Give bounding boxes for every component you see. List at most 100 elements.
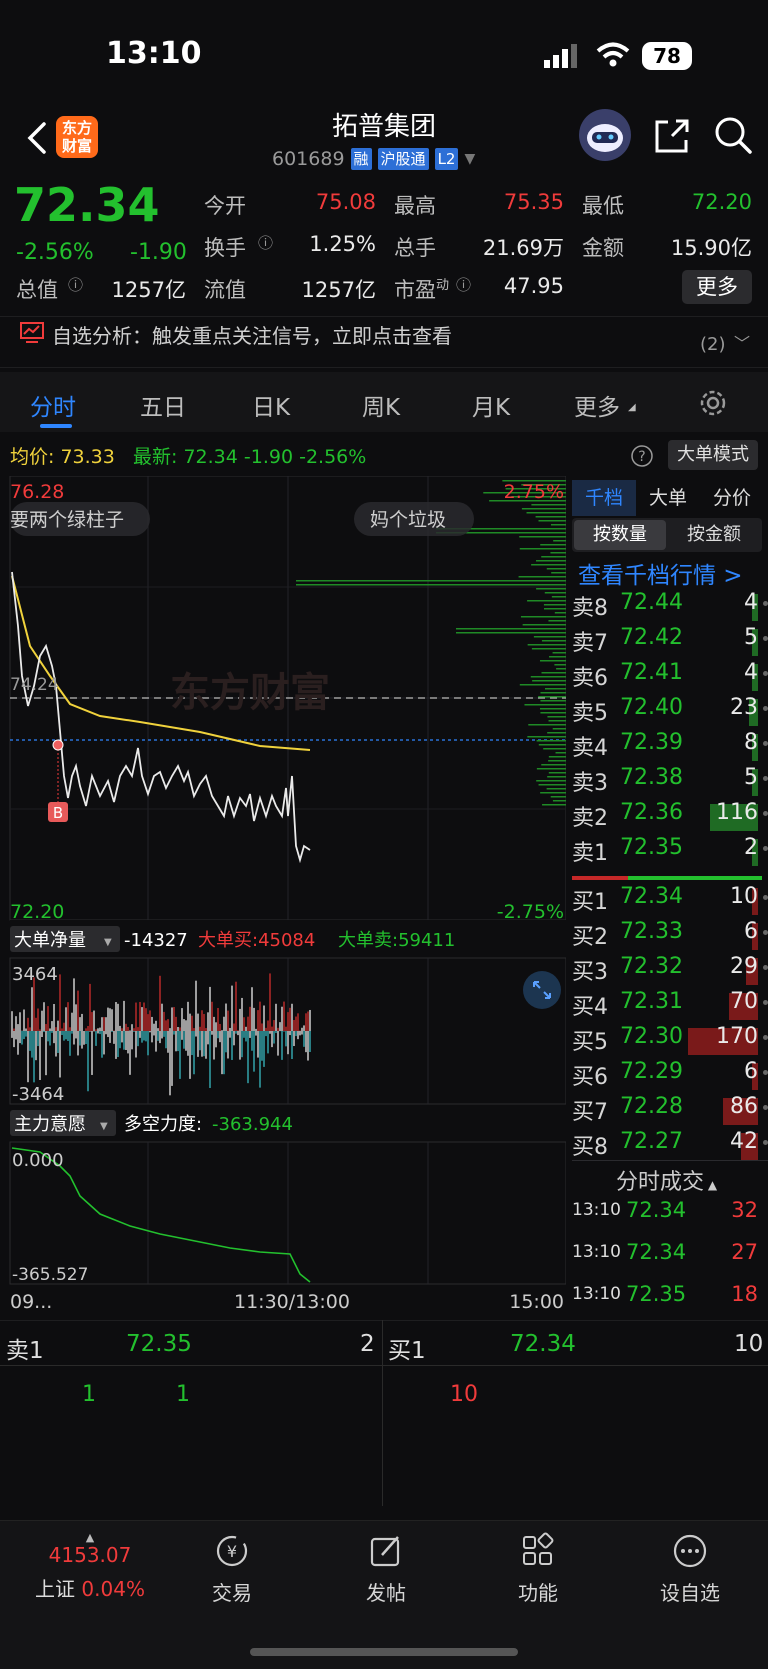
level-label: 卖7 [572,631,608,656]
trade-row[interactable]: 13:10 72.34 27 [572,1238,768,1272]
robot-assistant-icon[interactable] [578,108,632,162]
big-order-mode-button[interactable]: 大单模式 [668,440,758,470]
level-dot [763,601,768,606]
nav-add-watchlist[interactable]: 设自选 [630,1531,750,1606]
ask-row[interactable]: 卖2 72.36 116 [572,800,768,835]
bid-row[interactable]: 买5 72.30 170 [572,1024,768,1059]
bid-row[interactable]: 买6 72.29 6 [572,1059,768,1094]
chart-alert-icon [20,322,44,343]
tab-thousand-depth[interactable]: 千档 [572,480,636,516]
tab-monthly-k[interactable]: 月K [472,388,510,422]
ask-row[interactable]: 卖8 72.44 4 [572,590,768,625]
tab-daily-k[interactable]: 日K [252,388,290,422]
info-icon[interactable]: ⓘ [456,274,471,295]
volume-label: 总手 [394,236,436,260]
change-amount: -1.90 [130,240,187,265]
bid-row[interactable]: 买4 72.31 70 [572,989,768,1024]
market-cap-value: 1257亿 [111,278,186,302]
level-dot [763,846,768,851]
bottom-navigation: ▲ 4153.07 上证 0.04% ¥ 交易 发帖 功能 设自选 [0,1520,768,1669]
dropdown-triangle-icon: ▼ [100,1121,108,1132]
intraday-chart[interactable]: 东方财富 B 要两个绿柱子 妈个垃圾 76.28 2.75% 74.24 72.… [0,476,566,1314]
grid-icon [523,1532,554,1565]
nav-post[interactable]: 发帖 [326,1531,446,1606]
trade-row[interactable]: 13:10 72.34 32 [572,1196,768,1230]
tab-active-indicator [40,424,72,428]
signal-icon [544,44,577,68]
tab-price-dist[interactable]: 分价 [700,480,764,516]
turnover-label: 换手 [204,236,246,260]
stock-code-row[interactable]: 601689 融 沪股通 L2 ▼ [272,146,475,172]
sell1-label: 卖1 [6,1338,44,1364]
y-high-pct-label: 2.75% [504,481,564,503]
level-dot [763,636,768,641]
tab-big-orders[interactable]: 大单 [636,480,700,516]
volume-at-price-bar [528,724,566,726]
tab-five-day[interactable]: 五日 [140,388,186,422]
volume-at-price-bar [531,504,566,506]
volume-at-price-bar [541,672,566,674]
tab-weekly-k[interactable]: 周K [362,388,400,422]
volume-at-price-bar [554,664,566,666]
current-price: 72.34 [14,178,160,232]
seg-by-amount[interactable]: 按金额 [668,520,760,550]
volume-at-price-bar [540,544,566,546]
ask-row[interactable]: 卖1 72.35 2 [572,835,768,870]
trades-title[interactable]: 分时成交 ▲ [616,1164,717,1196]
level-volume: 2 [744,835,758,860]
orderbook-tabs: 千档 大单 分价 [572,480,768,516]
share-icon[interactable] [652,116,692,156]
ask-row[interactable]: 卖5 72.40 23 [572,695,768,730]
bid-row[interactable]: 买3 72.32 29 [572,954,768,989]
expand-button[interactable] [523,971,561,1009]
low-label: 最低 [582,194,624,218]
alert-count: (2) [700,334,726,355]
bid-row[interactable]: 买7 72.28 86 [572,1094,768,1129]
nav-trade[interactable]: ¥ 交易 [172,1531,292,1606]
latest-change: -1.90 [243,446,294,468]
home-indicator [250,1648,518,1656]
bid-row[interactable]: 买8 72.27 42 [572,1129,768,1164]
volume-at-price-bar [518,576,566,578]
ask-row[interactable]: 卖4 72.39 8 [572,730,768,765]
tab-intraday[interactable]: 分时 [30,388,76,422]
settings-gear-icon[interactable] [698,388,728,418]
volume-at-price-bar [296,584,566,586]
index-ticker[interactable]: ▲ 4153.07 上证 0.04% [20,1531,160,1602]
volume-at-price-bar [547,732,566,734]
level-volume: 116 [716,800,758,825]
trade-volume: 32 [731,1198,758,1222]
net-max-label: 3464 [12,964,58,985]
volume-at-price-bar [552,800,566,802]
level-dot [763,741,768,746]
info-icon[interactable]: ⓘ [258,232,273,253]
more-button[interactable]: 更多 [682,270,752,304]
volume-at-price-bar [543,748,566,750]
ask-row[interactable]: 卖7 72.42 5 [572,625,768,660]
seg-by-quantity[interactable]: 按数量 [574,520,666,550]
pe-value: 47.95 [503,274,564,298]
level-volume: 6 [744,1059,758,1084]
search-icon[interactable] [712,114,754,156]
level-volume: 10 [730,884,758,909]
level-price: 72.28 [620,1094,683,1119]
volume-at-price-bar [553,540,566,542]
trade-row[interactable]: 13:10 72.35 18 [572,1280,768,1314]
view-depth-link[interactable]: 查看千档行情 > [578,556,743,590]
info-icon[interactable]: ⓘ [68,274,83,295]
bid-row[interactable]: 买2 72.33 6 [572,919,768,954]
chevron-down-icon: ﹀ [734,334,751,353]
help-icon[interactable]: ? [630,444,654,468]
volume-at-price-bar [554,612,566,614]
level-price: 72.29 [620,1059,683,1084]
ask-row[interactable]: 卖3 72.38 5 [572,765,768,800]
nav-functions[interactable]: 功能 [478,1531,598,1606]
avg-value: 73.33 [60,446,115,468]
level-label: 卖3 [572,771,608,796]
prev-close-label: 74.24 [10,675,59,695]
bid-row[interactable]: 买1 72.34 10 [572,884,768,919]
ask-row[interactable]: 卖6 72.41 4 [572,660,768,695]
wifi-icon [596,42,630,67]
tab-more[interactable]: 更多 [574,388,620,422]
level-dot [763,1140,768,1145]
